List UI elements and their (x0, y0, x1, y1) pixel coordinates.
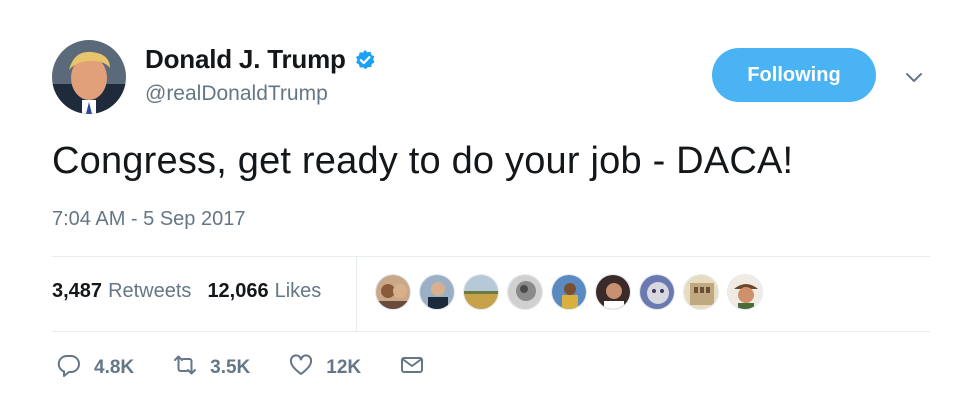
retweets-stat[interactable]: 3,487 Retweets (52, 280, 191, 303)
divider (52, 331, 930, 332)
liker-avatar[interactable] (727, 274, 763, 310)
following-button[interactable]: Following (712, 48, 876, 102)
liker-avatar[interactable] (507, 274, 543, 310)
envelope-icon (399, 352, 425, 383)
likes-stat[interactable]: 12,066 Likes (207, 280, 321, 303)
liker-avatar[interactable] (419, 274, 455, 310)
liker-avatar[interactable] (639, 274, 675, 310)
tweet-timestamp[interactable]: 7:04 AM - 5 Sep 2017 (52, 208, 245, 231)
author-avatar[interactable] (52, 40, 126, 114)
message-button[interactable] (399, 352, 425, 383)
chevron-down-icon[interactable] (902, 66, 926, 90)
tweet-stats: 3,487 Retweets 12,066 Likes (52, 280, 321, 303)
retweet-button[interactable]: 3.5K (172, 352, 250, 383)
divider (52, 256, 930, 257)
liker-avatar[interactable] (551, 274, 587, 310)
tweet-text: Congress, get ready to do your job - DAC… (52, 140, 794, 182)
likes-label: Likes (274, 280, 322, 302)
likes-count: 12,066 (207, 280, 269, 302)
retweet-icon (172, 352, 198, 383)
retweets-label: Retweets (108, 280, 192, 302)
verified-badge-icon (354, 49, 376, 71)
like-button[interactable]: 12K (288, 352, 361, 383)
heart-icon (288, 352, 314, 383)
liker-avatar[interactable] (595, 274, 631, 310)
author-handle[interactable]: @realDonaldTrump (145, 82, 328, 106)
stats-divider (356, 256, 357, 331)
reply-icon (56, 352, 82, 383)
liker-avatar[interactable] (683, 274, 719, 310)
author-name[interactable]: Donald J. Trump (145, 44, 346, 75)
liker-avatar[interactable] (375, 274, 411, 310)
tweet-actions: 4.8K 3.5K 12K (56, 352, 463, 383)
retweets-count: 3,487 (52, 280, 103, 302)
like-count: 12K (326, 356, 362, 378)
liker-avatar[interactable] (463, 274, 499, 310)
liker-avatars (375, 274, 771, 310)
author-name-row: Donald J. Trump (145, 44, 376, 75)
reply-count: 4.8K (94, 356, 135, 378)
reply-button[interactable]: 4.8K (56, 352, 134, 383)
tweet-card: Donald J. Trump @realDonaldTrump Followi… (0, 0, 980, 406)
retweet-count: 3.5K (210, 356, 251, 378)
